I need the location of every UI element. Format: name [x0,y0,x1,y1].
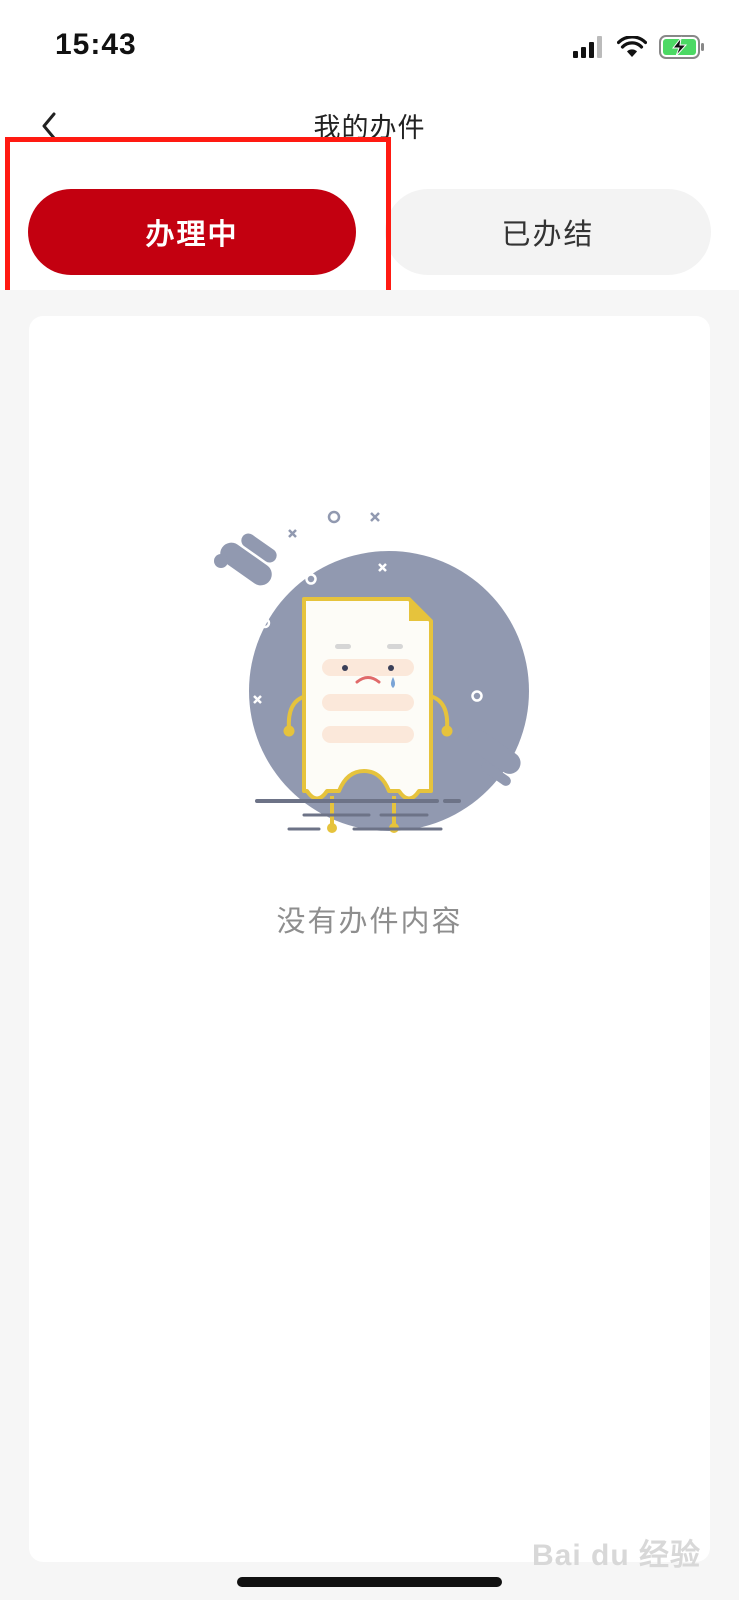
baidu-watermark-logo: Bai du 经验 [531,1539,701,1572]
status-bar: 15:43 [0,0,739,92]
tab-bar: 办理中 已办结 [0,183,739,283]
tab-completed[interactable]: 已办结 [385,189,711,275]
nav-bar: 我的办件 [0,92,739,172]
status-time: 15:43 [55,28,137,61]
status-icons [573,32,705,62]
signal-icon [573,36,602,58]
sad-document-illustration [214,510,529,833]
page-title: 我的办件 [313,113,426,144]
wifi-icon [617,36,647,57]
home-indicator[interactable] [237,1577,502,1587]
tab-in-progress[interactable]: 办理中 [28,189,356,275]
battery-charging-icon [659,35,704,59]
content-area: 没有办件内容 [0,290,739,1600]
empty-state-card: 没有办件内容 [29,316,710,1562]
empty-state-message: 没有办件内容 [276,904,463,938]
